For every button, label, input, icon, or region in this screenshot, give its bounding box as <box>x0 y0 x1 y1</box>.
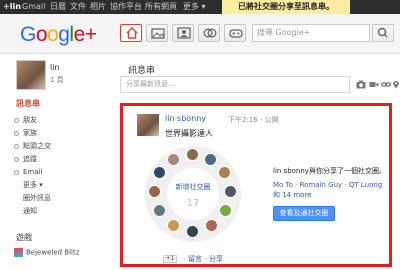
sidebar-item-label: Email <box>23 168 43 176</box>
share-notification: 已將社交圈分享至訊息串。 <box>222 0 350 14</box>
view-circle-button[interactable]: 查看及通社交圈 <box>273 206 335 221</box>
shared-person-link[interactable]: Romain Guy <box>300 181 343 189</box>
sidebar-item-email[interactable]: Email <box>14 166 42 178</box>
topbar-web-link[interactable]: 所有網頁 <box>145 2 177 12</box>
topbar-photos-link[interactable]: 相片 <box>90 2 106 12</box>
photos-button[interactable] <box>146 24 168 42</box>
post-author-avatar[interactable] <box>137 114 159 136</box>
user-circle-count: 1 頁 <box>50 76 64 84</box>
search-button[interactable] <box>372 24 394 42</box>
shared-more-link[interactable]: 和 14 more <box>273 191 312 199</box>
profile-icon <box>177 27 191 39</box>
separator: · <box>342 181 349 189</box>
topbar-gmail-link[interactable]: Gmail <box>22 2 45 12</box>
sidebar-item-label: 朋友 <box>23 116 37 124</box>
sidebar-item-acquaintances[interactable]: 點頭之交 <box>14 140 51 152</box>
circle-bullet-icon <box>14 117 19 123</box>
circles-icon <box>203 28 217 38</box>
circle-bullet-icon <box>14 169 19 175</box>
user-avatar[interactable] <box>16 60 46 90</box>
topbar-profile-link[interactable]: +lin <box>3 2 21 12</box>
sidebar-item-friends[interactable]: 朋友 <box>14 114 37 126</box>
post-text: 世界攝影達人 <box>165 129 213 138</box>
shared-circle-post: lin sbonny 下午2:16 - 公開 世界攝影達人 新增社交圈 17 l… <box>120 103 392 267</box>
circles-button[interactable] <box>198 24 220 42</box>
location-icon[interactable] <box>392 80 400 89</box>
share-link[interactable]: 分享 <box>209 255 223 263</box>
plus-one-button[interactable]: +1 <box>163 255 177 263</box>
user-name[interactable]: lin <box>50 63 60 72</box>
sidebar-item-label: 點頭之交 <box>23 142 51 150</box>
top-nav-bar: +lin Gmail 日曆 文件 相片 協作平台 所有網頁 更多 ▾ 已將社交圈… <box>0 0 400 14</box>
post-actions: +1 - 留言 - 分享 <box>163 254 223 264</box>
member-photo <box>153 204 166 217</box>
video-icon[interactable] <box>369 80 379 89</box>
sidebar-more-link[interactable]: 更多 ▾ <box>23 179 43 191</box>
circle-center: 新增社交圈 17 <box>167 168 219 220</box>
topbar-sites-link[interactable]: 協作平台 <box>110 2 142 12</box>
game-item[interactable]: Bejeweled Blitz <box>14 248 79 257</box>
member-photo <box>167 153 180 166</box>
sidebar-item-label: 家族 <box>23 129 37 137</box>
member-photo <box>153 166 166 179</box>
comment-link[interactable]: 留言 <box>188 255 202 263</box>
shared-circle-graphic[interactable]: 新增社交圈 17 <box>145 146 241 242</box>
member-photo <box>218 166 231 179</box>
topbar-calendar-link[interactable]: 日曆 <box>50 2 66 12</box>
google-plus-logo[interactable]: Google+ <box>20 24 97 46</box>
game-item-label: Bejeweled Blitz <box>26 248 80 257</box>
post-author-name[interactable]: lin sbonny <box>165 114 206 123</box>
circle-bullet-icon <box>14 130 19 136</box>
add-circle-label[interactable]: 新增社交圈 <box>167 182 219 192</box>
games-button[interactable] <box>224 24 246 42</box>
bejeweled-icon <box>14 248 23 257</box>
sidebar-item-label: 追蹤 <box>23 155 37 163</box>
member-photo <box>167 219 180 232</box>
post-meta: 下午2:16 - 公開 <box>228 116 279 124</box>
sidebar-item-family[interactable]: 家族 <box>14 127 37 139</box>
post-visibility[interactable]: 公開 <box>265 116 279 124</box>
topbar-more-menu[interactable]: 更多 ▾ <box>183 2 206 12</box>
search-input[interactable]: 搜尋 Google+ <box>252 24 370 42</box>
share-input[interactable]: 分享最新訊息... <box>120 76 350 93</box>
member-photo <box>148 185 161 198</box>
link-icon[interactable] <box>381 80 391 89</box>
circle-bullet-icon <box>14 156 19 162</box>
post-time[interactable]: 下午2:16 <box>228 116 258 124</box>
search-icon <box>377 27 388 38</box>
member-photo <box>186 225 199 238</box>
photo-icon <box>151 28 165 39</box>
sidebar-incoming-link[interactable]: 圈外訊息 <box>23 192 51 204</box>
profile-button[interactable] <box>172 24 194 42</box>
topbar-docs-link[interactable]: 文件 <box>70 2 86 12</box>
game-controller-icon <box>229 29 243 38</box>
sidebar-notifications-link[interactable]: 通知 <box>23 205 37 217</box>
member-photo <box>219 204 232 217</box>
shared-person-link[interactable]: QT Luong <box>349 181 382 189</box>
share-description: lin sbonny與你分享了一個社交圈。 <box>273 167 386 175</box>
circle-bullet-icon <box>14 143 19 149</box>
shared-with-list: Mo To · Romain Guy · QT Luong 和 14 more <box>273 180 388 200</box>
member-photo <box>224 185 237 198</box>
circle-member-count: 17 <box>186 198 200 209</box>
member-photo <box>186 148 199 161</box>
stream-title: 訊息串 <box>128 66 156 76</box>
home-icon <box>126 27 138 39</box>
shared-person-link[interactable]: Mo To <box>273 181 293 189</box>
sidebar-stream-heading[interactable]: 訊息串 <box>16 98 40 109</box>
separator: - <box>201 255 209 263</box>
separator: · <box>292 181 300 189</box>
member-photo <box>205 219 218 232</box>
separator: - <box>181 255 188 263</box>
camera-icon[interactable] <box>356 80 366 89</box>
games-heading[interactable]: 遊戲 <box>16 232 32 243</box>
member-photo <box>204 153 217 166</box>
sidebar-item-following[interactable]: 追蹤 <box>14 153 37 165</box>
home-button[interactable] <box>120 24 142 42</box>
